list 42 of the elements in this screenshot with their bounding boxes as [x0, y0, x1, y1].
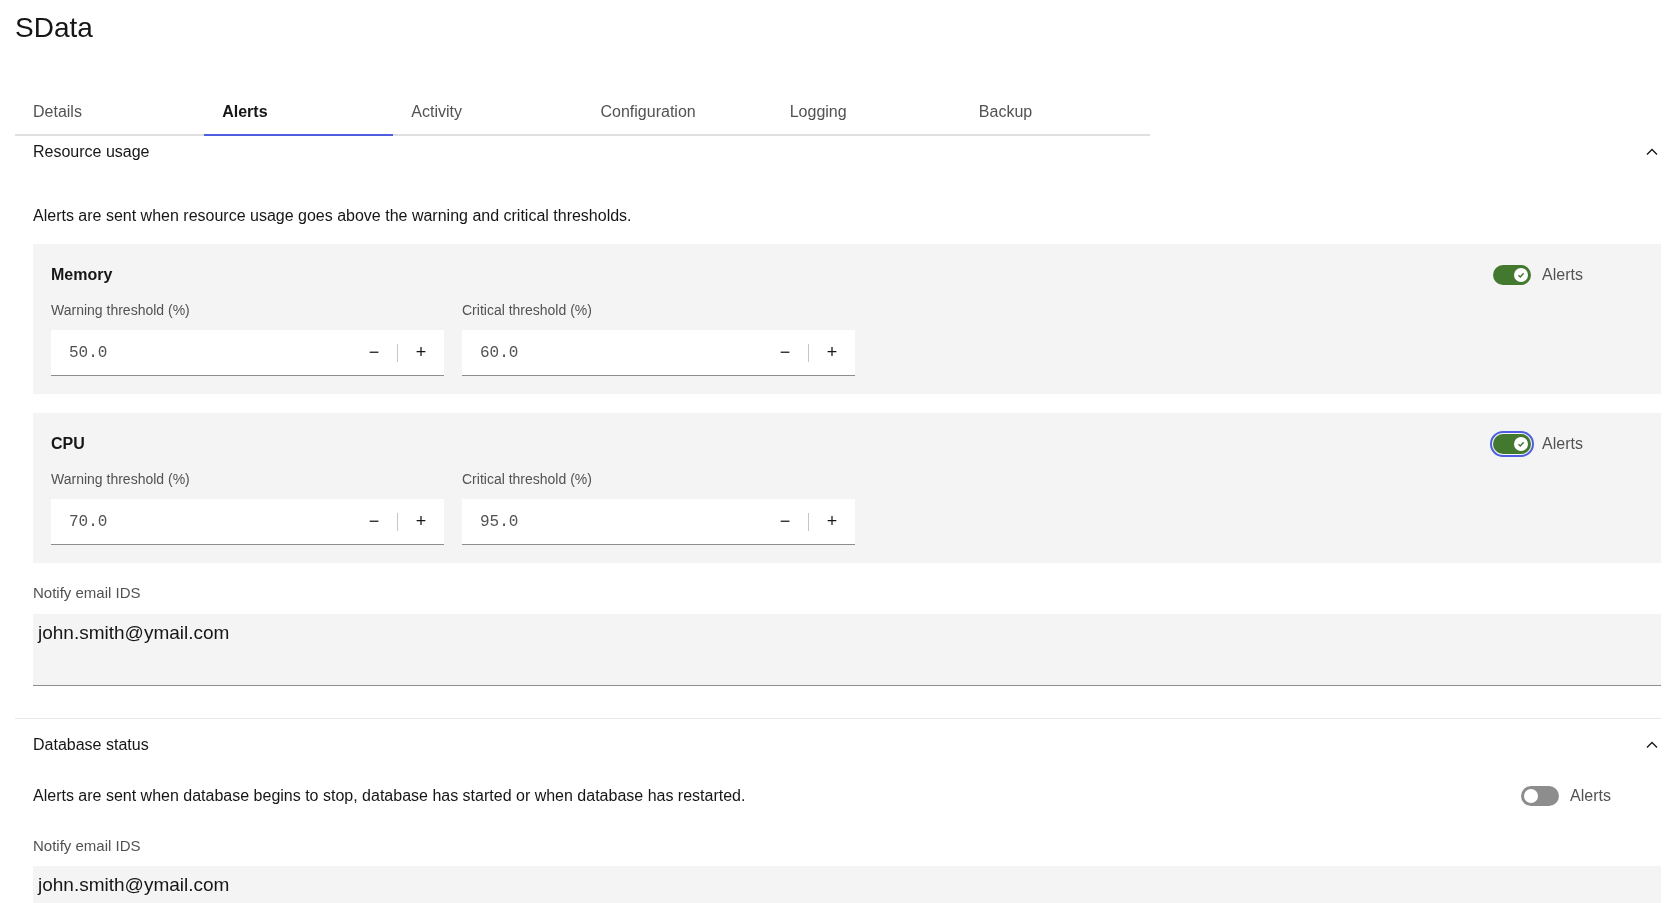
tab[interactable]: Logging: [771, 100, 961, 136]
section-description: Alerts are sent when resource usage goes above the warning and critical thresholds.: [33, 206, 632, 226]
card-title: Memory: [51, 265, 113, 285]
toggle-label: Alerts: [1570, 785, 1611, 806]
decrement-button[interactable]: −: [351, 499, 397, 544]
page-title: SData: [15, 11, 94, 45]
field-label: Warning threshold (%): [51, 301, 191, 320]
section-header[interactable]: Database status: [15, 718, 1661, 757]
email-field[interactable]: john.smith@ymail.com: [33, 613, 1661, 686]
toggle-label: Alerts: [1542, 265, 1583, 285]
decrement-button[interactable]: −: [762, 499, 808, 544]
section-description: Alerts are sent when database begins to stop, database has started or when database has restarted.: [33, 785, 746, 806]
email-field[interactable]: john.smith@ymail.com: [33, 866, 1661, 903]
section-heading: Resource usage: [33, 142, 150, 162]
section-heading: Database status: [33, 734, 149, 755]
field-label: Critical threshold (%): [462, 301, 593, 320]
increment-button[interactable]: +: [398, 499, 444, 544]
tab[interactable]: Configuration: [582, 100, 772, 136]
tab[interactable]: Alerts: [204, 100, 394, 136]
number-field[interactable]: 60.0 − +: [462, 330, 855, 376]
number-field[interactable]: 95.0 − +: [462, 499, 855, 545]
increment-button[interactable]: +: [809, 499, 855, 544]
decrement-button[interactable]: −: [762, 330, 808, 375]
tab[interactable]: Activity: [393, 100, 583, 136]
number-field[interactable]: 50.0 − +: [51, 330, 444, 376]
field-label: Critical threshold (%): [462, 470, 593, 489]
field-label: Warning threshold (%): [51, 470, 191, 489]
field-label: Notify email IDS: [33, 583, 142, 603]
alerts-toggle[interactable]: [1521, 785, 1560, 806]
check-icon: [1516, 439, 1527, 449]
card-title: CPU: [51, 434, 85, 454]
decrement-button[interactable]: −: [351, 330, 397, 375]
section-header[interactable]: Resource usage: [15, 136, 1661, 164]
tab[interactable]: Details: [15, 100, 205, 136]
check-icon: [1516, 270, 1527, 280]
alerts-toggle[interactable]: [1493, 265, 1532, 285]
number-field[interactable]: 70.0 − +: [51, 499, 444, 545]
increment-button[interactable]: +: [398, 330, 444, 375]
toggle-label: Alerts: [1542, 434, 1583, 454]
field-label: Notify email IDS: [33, 835, 142, 856]
tab[interactable]: Backup: [960, 100, 1151, 136]
increment-button[interactable]: +: [809, 330, 855, 375]
